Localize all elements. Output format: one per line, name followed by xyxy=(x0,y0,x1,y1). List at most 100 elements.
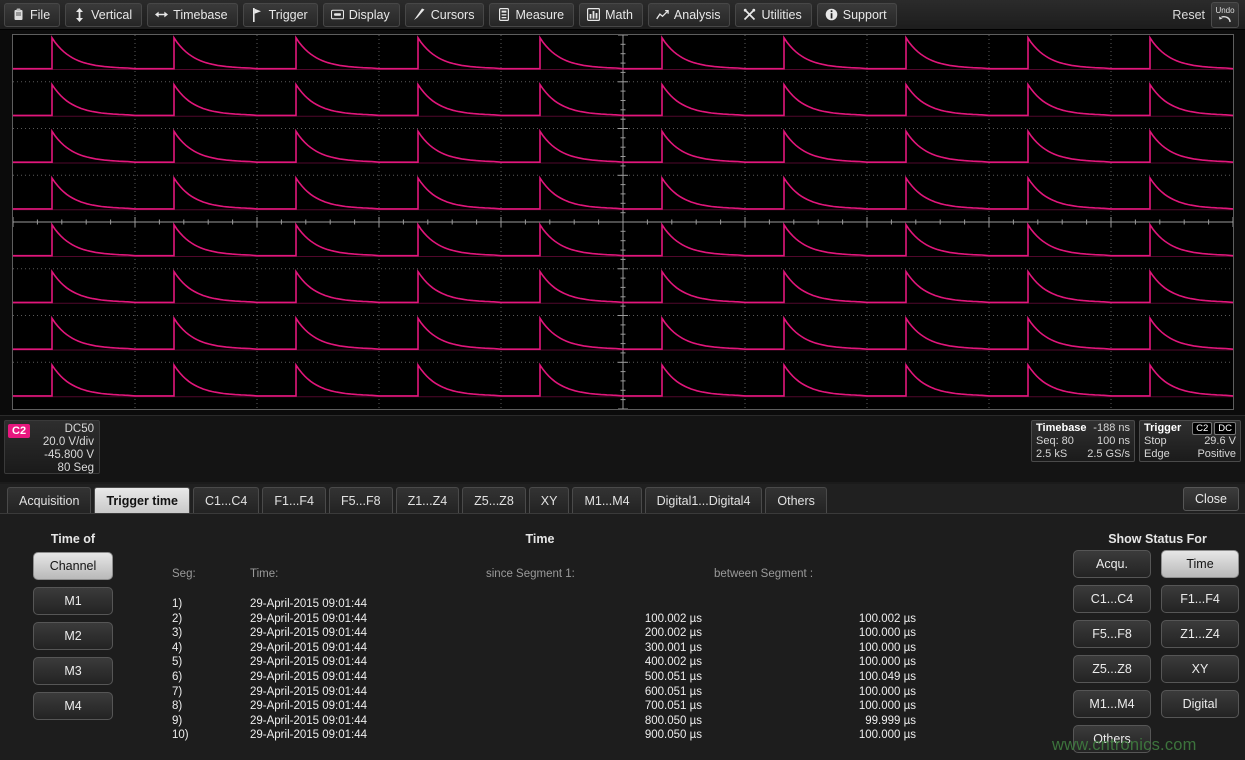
menu-button-label: Measure xyxy=(515,8,564,22)
header-since: since Segment 1: xyxy=(480,568,710,580)
table-row[interactable]: 10)29-April-2015 09:01:44900.050 µs100.0… xyxy=(150,728,930,743)
time-of-button-m1[interactable]: M1 xyxy=(33,587,113,615)
cell-time: 29-April-2015 09:01:44 xyxy=(250,714,480,729)
table-row[interactable]: 4)29-April-2015 09:01:44300.001 µs100.00… xyxy=(150,641,930,656)
table-row[interactable]: 2)29-April-2015 09:01:44100.002 µs100.00… xyxy=(150,612,930,627)
utilities-icon xyxy=(743,8,756,21)
tab-c1-c4[interactable]: C1...C4 xyxy=(193,487,259,513)
table-row[interactable]: 9)29-April-2015 09:01:44800.050 µs99.999… xyxy=(150,714,930,729)
menu-button-label: Cursors xyxy=(431,8,475,22)
status-button-f1-f4[interactable]: F1...F4 xyxy=(1161,585,1239,613)
menu-button-math[interactable]: Math xyxy=(579,3,643,27)
status-button-time[interactable]: Time xyxy=(1161,550,1239,578)
cell-between xyxy=(710,597,924,612)
table-row[interactable]: 5)29-April-2015 09:01:44400.002 µs100.00… xyxy=(150,655,930,670)
status-button-digital[interactable]: Digital xyxy=(1161,690,1239,718)
cell-since: 500.051 µs xyxy=(480,670,710,685)
graticule[interactable] xyxy=(12,34,1234,410)
menu-items-container: File Vertical Timebase Trigger Display Cursor… xyxy=(4,3,902,27)
menu-button-display[interactable]: Display xyxy=(323,3,400,27)
status-button-f5-f8[interactable]: F5...F8 xyxy=(1073,620,1151,648)
status-button-c1-c4[interactable]: C1...C4 xyxy=(1073,585,1151,613)
menu-button-label: Utilities xyxy=(761,8,801,22)
trigger-flag-icon xyxy=(251,8,264,21)
status-button-acqu[interactable]: Acqu. xyxy=(1073,550,1151,578)
waveform-display-area[interactable] xyxy=(0,30,1245,415)
status-button-z5-z8[interactable]: Z5...Z8 xyxy=(1073,655,1151,683)
tab-z1-z4[interactable]: Z1...Z4 xyxy=(396,487,460,513)
close-button[interactable]: Close xyxy=(1183,487,1239,511)
time-of-button-m3[interactable]: M3 xyxy=(33,657,113,685)
trigger-state: Stop xyxy=(1144,435,1167,448)
menu-button-measure[interactable]: Measure xyxy=(489,3,574,27)
cell-seg: 10) xyxy=(150,728,250,743)
menu-button-label: Timebase xyxy=(173,8,227,22)
cell-time: 29-April-2015 09:01:44 xyxy=(250,728,480,743)
menu-button-label: File xyxy=(30,8,50,22)
tab-digital1-digital4[interactable]: Digital1...Digital4 xyxy=(645,487,763,513)
timebase-memory: 2.5 kS xyxy=(1036,448,1067,461)
time-of-button-m4[interactable]: M4 xyxy=(33,692,113,720)
trigger-source-badge: C2 xyxy=(1192,422,1212,435)
cell-seg: 9) xyxy=(150,714,250,729)
time-panel-title: Time xyxy=(150,532,930,546)
table-header-row: Seg: Time: since Segment 1: between Segm… xyxy=(150,568,930,580)
timebase-descriptor[interactable]: Timebase -188 ns Seq: 80 100 ns 2.5 kS 2… xyxy=(1031,420,1135,462)
channel-offset: -45.800 V xyxy=(5,449,94,462)
undo-label: Undo xyxy=(1215,7,1234,15)
menu-button-timebase[interactable]: Timebase xyxy=(147,3,237,27)
menu-button-cursors[interactable]: Cursors xyxy=(405,3,485,27)
menu-button-label: Trigger xyxy=(269,8,308,22)
trigger-descriptor[interactable]: Trigger C2DC Stop 29.6 V Edge Positive xyxy=(1139,420,1241,462)
time-of-button-m2[interactable]: M2 xyxy=(33,622,113,650)
table-row[interactable]: 1)29-April-2015 09:01:44 xyxy=(150,597,930,612)
status-button-z1-z4[interactable]: Z1...Z4 xyxy=(1161,620,1239,648)
channel-tag[interactable]: C2 xyxy=(8,424,30,438)
tab-trigger-time[interactable]: Trigger time xyxy=(94,487,190,513)
menu-button-label: Analysis xyxy=(674,8,721,22)
table-row[interactable]: 7)29-April-2015 09:01:44600.051 µs100.00… xyxy=(150,685,930,700)
header-between: between Segment : xyxy=(710,568,924,580)
cell-since xyxy=(480,597,710,612)
trigger-time-dialog: Time of Time Show Status For ChannelM1M2… xyxy=(0,514,1245,760)
menu-button-file[interactable]: File xyxy=(4,3,60,27)
tab-z5-z8[interactable]: Z5...Z8 xyxy=(462,487,526,513)
reset-button[interactable]: Reset xyxy=(1172,8,1205,22)
channel-descriptor-c2[interactable]: C2 DC50 20.0 V/div -45.800 V 80 Seg xyxy=(4,420,100,474)
cell-seg: 8) xyxy=(150,699,250,714)
menu-button-support[interactable]: Support xyxy=(817,3,897,27)
timebase-delay: -188 ns xyxy=(1093,422,1130,435)
menu-button-utilities[interactable]: Utilities xyxy=(735,3,811,27)
status-button-m1-m4[interactable]: M1...M4 xyxy=(1073,690,1151,718)
menu-button-label: Support xyxy=(843,8,887,22)
header-time: Time: xyxy=(250,568,480,580)
status-button-xy[interactable]: XY xyxy=(1161,655,1239,683)
table-row[interactable]: 3)29-April-2015 09:01:44200.002 µs100.00… xyxy=(150,626,930,641)
tab-others[interactable]: Others xyxy=(765,487,827,513)
tab-f1-f4[interactable]: F1...F4 xyxy=(262,487,326,513)
time-of-button-channel[interactable]: Channel xyxy=(33,552,113,580)
cell-seg: 2) xyxy=(150,612,250,627)
tab-f5-f8[interactable]: F5...F8 xyxy=(329,487,393,513)
menu-button-trigger[interactable]: Trigger xyxy=(243,3,318,27)
undo-button[interactable]: Undo xyxy=(1211,2,1239,28)
cell-time: 29-April-2015 09:01:44 xyxy=(250,612,480,627)
time-of-button-group: Channel M1 M2 M3 M4 xyxy=(33,552,113,727)
cell-seg: 7) xyxy=(150,685,250,700)
cell-between: 100.049 µs xyxy=(710,670,924,685)
tab-m1-m4[interactable]: M1...M4 xyxy=(572,487,641,513)
table-body: 1)29-April-2015 09:01:442)29-April-2015 … xyxy=(150,597,930,743)
tab-acquisition[interactable]: Acquisition xyxy=(7,487,91,513)
show-status-for-title: Show Status For xyxy=(1070,532,1245,546)
dialog-tab-bar: AcquisitionTrigger timeC1...C4F1...F4F5.… xyxy=(0,484,1245,514)
tabs-container: AcquisitionTrigger timeC1...C4F1...F4F5.… xyxy=(7,487,830,513)
table-row[interactable]: 6)29-April-2015 09:01:44500.051 µs100.04… xyxy=(150,670,930,685)
cell-between: 99.999 µs xyxy=(710,714,924,729)
table-row[interactable]: 8)29-April-2015 09:01:44700.051 µs100.00… xyxy=(150,699,930,714)
waveform-traces xyxy=(13,35,1233,409)
cell-time: 29-April-2015 09:01:44 xyxy=(250,685,480,700)
status-button-others[interactable]: Others xyxy=(1073,725,1151,753)
menu-button-vertical[interactable]: Vertical xyxy=(65,3,142,27)
menu-button-analysis[interactable]: Analysis xyxy=(648,3,731,27)
tab-xy[interactable]: XY xyxy=(529,487,570,513)
